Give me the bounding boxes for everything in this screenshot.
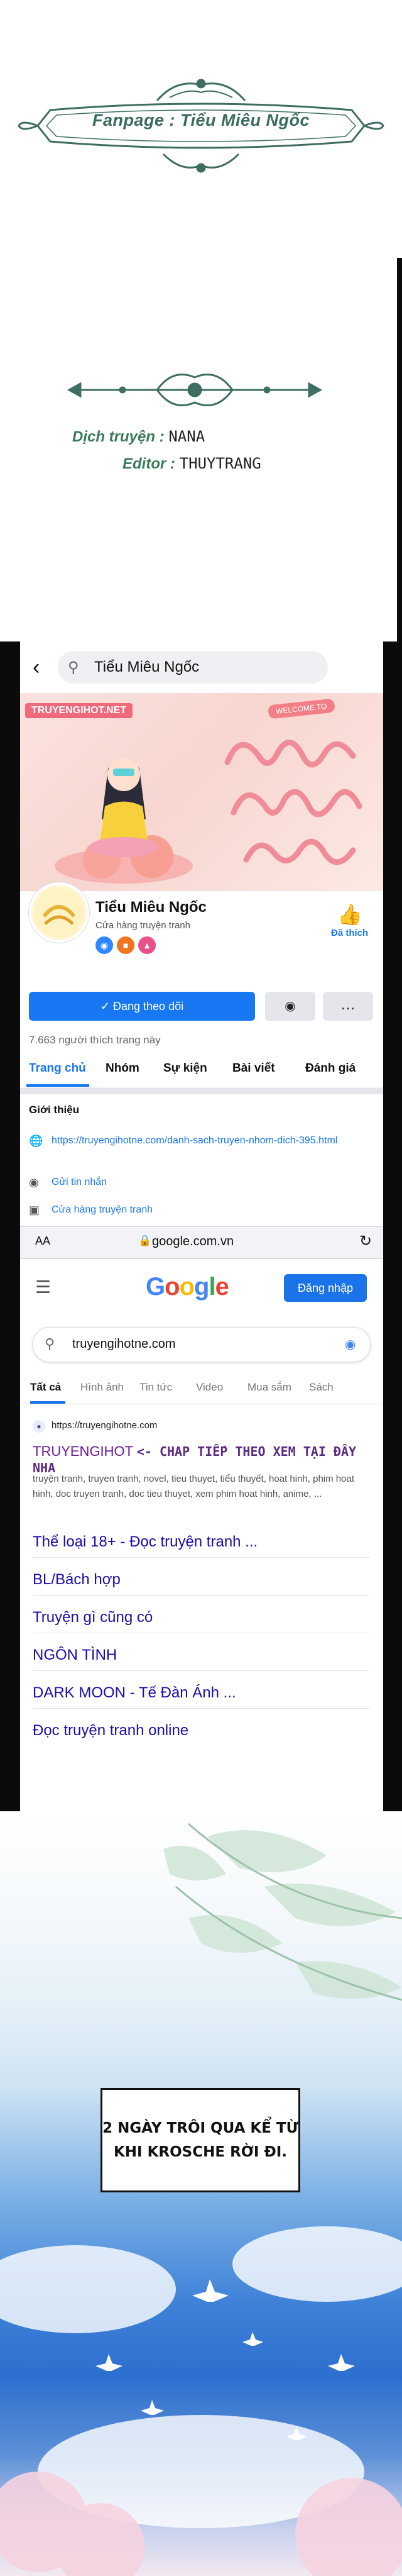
store-icon[interactable]: ▲ xyxy=(138,936,156,954)
tab-news[interactable]: Tin tức xyxy=(139,1381,172,1394)
globe-icon: 🌐 xyxy=(29,1135,43,1147)
intro-heading: Giới thiệu xyxy=(29,1104,80,1116)
sitelink[interactable]: DARK MOON - Tế Đàn Ánh ... xyxy=(33,1684,369,1709)
thumbs-up-icon[interactable]: 👍 xyxy=(337,902,362,926)
lens-camera-icon[interactable]: ◉ xyxy=(345,1336,356,1352)
section-divider xyxy=(20,1088,383,1094)
search-icon: ⚲ xyxy=(68,659,79,676)
narration-box: 2 NGÀY TRÔI QUA KỂ TỪ KHI KROSCHE RỜI ĐI. xyxy=(100,2088,300,2192)
sign-in-button[interactable]: Đăng nhập xyxy=(284,1274,367,1302)
narration-line-2: KHI KROSCHE RỜI ĐI. xyxy=(113,2144,288,2160)
likes-count: 7.663 người thích trang này xyxy=(29,1034,161,1046)
editor-name: THUYTRANG xyxy=(179,455,261,472)
tab-all[interactable]: Tất cả xyxy=(30,1381,61,1394)
browser-address-bar: AA 🔒 google.com.vn ↻ xyxy=(20,1226,383,1259)
google-search-query: truyengihotne.com xyxy=(72,1337,176,1351)
editor-row: Editor : THUYTRANG xyxy=(72,455,323,473)
shop-category-link[interactable]: Cửa hàng truyện tranh xyxy=(52,1202,153,1218)
credits-panel: Fanpage : Tiểu Miêu Ngốc Dịch truyện : N… xyxy=(0,0,402,654)
messenger-button[interactable]: ◉ xyxy=(265,992,315,1021)
address-domain[interactable]: google.com.vn xyxy=(152,1235,234,1249)
tab-shopping[interactable]: Mua sắm xyxy=(247,1381,291,1394)
tab-videos[interactable]: Video xyxy=(196,1381,223,1394)
sitelink[interactable]: Truyện gì cũng có xyxy=(33,1609,369,1633)
tab-images[interactable]: Hình ảnh xyxy=(80,1381,124,1394)
menu-icon[interactable]: ☰ xyxy=(35,1277,51,1297)
avatar-art xyxy=(34,887,84,938)
editor-label: Editor : xyxy=(122,455,175,472)
phone-screenshot: ‹ ⚲ Tiểu Miêu Ngốc TRUYENGIHOT.NET WELCO… xyxy=(0,641,402,1811)
narration-text: 2 NGÀY TRÔI QUA KỂ TỪ KHI KROSCHE RỜI ĐI. xyxy=(102,2090,298,2164)
folder-icon: ▣ xyxy=(29,1204,40,1216)
translator-row: Dịch truyện : NANA xyxy=(72,428,323,446)
google-logo[interactable]: Google xyxy=(146,1273,229,1301)
cover-site-tag: TRUYENGIHOT.NET xyxy=(25,703,133,718)
facebook-search-query: Tiểu Miêu Ngốc xyxy=(94,658,200,675)
google-search-field[interactable]: ⚲ truyengihotne.com ◉ xyxy=(33,1327,371,1362)
narration-line-1: 2 NGÀY TRÔI QUA KỂ TỪ xyxy=(102,2120,298,2136)
page-avatar[interactable] xyxy=(29,882,89,943)
following-button-label: Đang theo dõi xyxy=(113,1000,184,1013)
fanpage-title: Fanpage : Tiểu Miêu Ngốc xyxy=(92,111,310,130)
tab-events[interactable]: Sự kiện xyxy=(163,1062,207,1075)
more-options-button[interactable]: … xyxy=(323,992,373,1021)
active-tab-indicator xyxy=(30,1401,65,1404)
cover-photo[interactable]: TRUYENGIHOT.NET WELCOME TO xyxy=(20,693,383,891)
liked-label[interactable]: Đã thích xyxy=(331,928,368,938)
cover-girl-illustration xyxy=(55,758,193,884)
sitelink[interactable]: Thể loại 18+ - Đọc truyện tranh ... xyxy=(33,1533,369,1558)
back-arrow-icon[interactable]: ‹ xyxy=(33,655,40,680)
reload-icon[interactable]: ↻ xyxy=(359,1232,372,1250)
translator-label: Dịch truyện : xyxy=(72,428,165,445)
sitelink[interactable]: BL/Bách hợp xyxy=(33,1571,369,1596)
page-category: Cửa hàng truyện tranh xyxy=(95,920,190,931)
tab-home[interactable]: Trang chủ xyxy=(29,1062,86,1075)
search-icon: ⚲ xyxy=(45,1336,55,1352)
page-header: Tiểu Miêu Ngốc Cửa hàng truyện tranh ◉ ■… xyxy=(20,882,383,1023)
cover-logo-lettering xyxy=(224,740,362,865)
google-tabs: Tất cả Hình ảnh Tin tức Video Mua sắm Sá… xyxy=(20,1375,383,1404)
facebook-search-field[interactable]: ⚲ Tiểu Miêu Ngốc xyxy=(58,651,328,684)
result-snippet: truyện tranh, truyen tranh, novel, tieu … xyxy=(33,1474,354,1499)
divider-ornament xyxy=(67,374,323,406)
phone-screen: ‹ ⚲ Tiểu Miêu Ngốc TRUYENGIHOT.NET WELCO… xyxy=(20,641,383,1811)
tab-groups[interactable]: Nhóm xyxy=(106,1062,139,1075)
shop-icon[interactable]: ■ xyxy=(117,936,134,954)
credit-block: Dịch truyện : NANA Editor : THUYTRANG xyxy=(72,428,323,482)
messenger-icon[interactable]: ◉ xyxy=(95,936,113,954)
translator-name: NANA xyxy=(168,428,205,445)
send-message-link[interactable]: Gửi tin nhắn xyxy=(52,1175,107,1190)
sky-artwork xyxy=(0,1823,402,2576)
text-size-button[interactable]: AA xyxy=(35,1235,50,1248)
result-url[interactable]: https://truyengihotne.com xyxy=(52,1420,157,1431)
intro-website-link[interactable]: https://truyengihotne.com/danh-sach-truy… xyxy=(52,1133,366,1148)
site-favicon-icon: ● xyxy=(33,1420,45,1433)
edge-bar xyxy=(397,258,402,654)
tab-reviews[interactable]: Đánh giá xyxy=(305,1062,356,1075)
page-tabs: Trang chủ Nhóm Sự kiện Bài viết Đánh giá xyxy=(20,1052,383,1087)
sky-illustration: 2 NGÀY TRÔI QUA KỂ TỪ KHI KROSCHE RỜI ĐI. xyxy=(0,1811,402,2576)
following-button[interactable]: ✓ Đang theo dõi xyxy=(29,992,255,1021)
tab-posts[interactable]: Bài viết xyxy=(232,1062,275,1075)
tab-books[interactable]: Sách xyxy=(309,1381,334,1394)
facebook-top-bar: ‹ ⚲ Tiểu Miêu Ngốc xyxy=(20,641,383,693)
lock-icon: 🔒 xyxy=(138,1235,152,1246)
google-header: ☰ Google Đăng nhập xyxy=(20,1264,383,1308)
sitelink[interactable]: Đọc truyện tranh online xyxy=(33,1722,369,1746)
active-tab-indicator xyxy=(26,1084,89,1087)
cover-welcome-badge: WELCOME TO xyxy=(268,698,335,719)
result-title[interactable]: TRUYENGIHOT xyxy=(33,1443,133,1459)
page-name: Tiểu Miêu Ngốc xyxy=(95,899,207,916)
messenger-small-icon: ◉ xyxy=(29,1176,39,1189)
sitelink[interactable]: NGÔN TÌNH xyxy=(33,1646,369,1671)
